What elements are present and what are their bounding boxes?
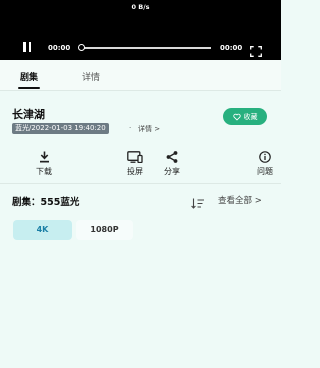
total-time: 00:00 (220, 44, 243, 52)
tab-bar: 剧集 详情 (0, 60, 281, 91)
progress-bar[interactable] (80, 47, 211, 49)
cast-icon (115, 150, 155, 163)
info-icon (245, 150, 285, 163)
quality-option-4k[interactable]: 4K (13, 220, 72, 240)
tab-episodes[interactable]: 剧集 (20, 70, 38, 83)
quality-option-1080p[interactable]: 1080P (76, 220, 133, 240)
share-label: 分享 (164, 167, 180, 176)
network-speed: 0 B/s (131, 3, 150, 11)
active-tab-indicator (18, 87, 40, 89)
tab-details[interactable]: 详情 (82, 70, 100, 83)
favorite-label: 收藏 (243, 112, 258, 121)
help-button[interactable]: 问题 (245, 150, 285, 177)
pause-icon[interactable] (22, 42, 32, 52)
heart-icon (232, 113, 241, 120)
source-date-tag: 蓝光/2022-01-03 19:40:20 (12, 123, 109, 134)
share-button[interactable]: 分享 (152, 150, 192, 177)
download-label: 下载 (36, 167, 52, 176)
cast-button[interactable]: 投屏 (115, 150, 155, 177)
current-time: 00:00 (48, 44, 71, 52)
download-button[interactable]: 下载 (24, 150, 64, 177)
meta-separator: · (129, 124, 132, 132)
sort-icon[interactable] (191, 194, 205, 209)
section-divider (0, 183, 281, 184)
favorite-button[interactable]: 收藏 (223, 108, 267, 125)
fullscreen-icon[interactable] (250, 42, 262, 57)
video-player[interactable]: 0 B/s 00:00 00:00 (0, 0, 281, 60)
progress-thumb[interactable] (78, 44, 85, 51)
details-link[interactable]: 详情 > (138, 124, 160, 134)
episodes-title: 剧集：555蓝光 (12, 197, 80, 208)
help-label: 问题 (257, 167, 273, 176)
download-icon (24, 150, 64, 163)
app-page: 0 B/s 00:00 00:00 剧集 详情 长津湖 收藏 蓝光/2022-0… (0, 0, 281, 368)
video-title: 长津湖 (12, 108, 45, 121)
view-all-link[interactable]: 查看全部 > (218, 194, 262, 206)
cast-label: 投屏 (127, 167, 143, 176)
share-icon (152, 150, 192, 163)
